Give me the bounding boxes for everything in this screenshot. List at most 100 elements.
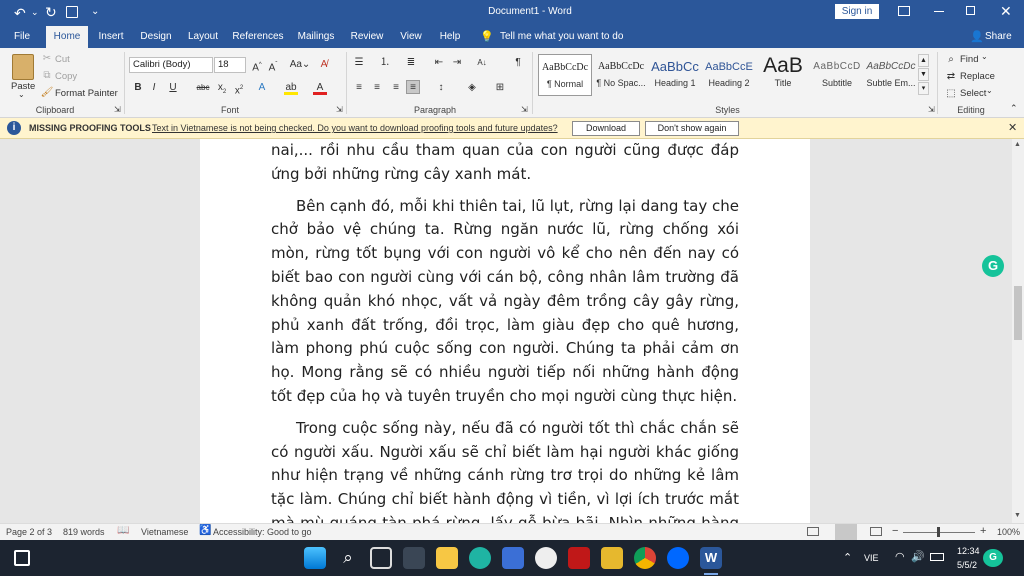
- clock-date[interactable]: 5/5/2: [957, 560, 977, 570]
- close-info-bar-icon[interactable]: ✕: [1008, 121, 1017, 134]
- document-paragraph[interactable]: Bên cạnh đó, mỗi khi thiên tai, lũ lụt, …: [271, 195, 739, 409]
- grow-font-icon[interactable]: A^: [250, 58, 264, 73]
- clear-formatting-icon[interactable]: A̸: [317, 58, 331, 72]
- zalo-icon[interactable]: [667, 547, 689, 569]
- subscript-icon[interactable]: x2: [215, 81, 229, 95]
- replace-button[interactable]: Replace: [960, 71, 995, 82]
- document-paragraph[interactable]: nai,... rồi nhu cầu tham quan của con ng…: [271, 139, 739, 187]
- input-language[interactable]: VIE: [864, 553, 879, 563]
- tab-help[interactable]: Help: [436, 26, 464, 48]
- ribbon-display-icon[interactable]: [898, 6, 910, 16]
- customize-toolbar-icon[interactable]: ⌄: [91, 6, 99, 17]
- style-heading-1[interactable]: AaBbCc Heading 1: [648, 54, 702, 96]
- sort-icon[interactable]: A↓: [475, 56, 489, 70]
- style-subtle-emphasis[interactable]: AaBbCcDc Subtle Em...: [864, 54, 918, 96]
- tab-layout[interactable]: Layout: [184, 26, 222, 48]
- proofing-icon[interactable]: 📖: [117, 525, 129, 536]
- tab-design[interactable]: Design: [137, 26, 175, 48]
- info-bar-message[interactable]: Text in Vietnamese is not being checked.…: [152, 123, 558, 133]
- format-painter-button[interactable]: Format Painter: [55, 88, 118, 99]
- numbering-icon[interactable]: ⒈: [378, 56, 392, 70]
- select-dropdown-icon[interactable]: ⌄: [986, 86, 993, 95]
- grammarly-icon[interactable]: G: [982, 255, 1004, 277]
- document-body[interactable]: nai,... rồi nhu cầu tham quan của con ng…: [271, 139, 739, 523]
- document-page[interactable]: nai,... rồi nhu cầu tham quan của con ng…: [200, 139, 810, 523]
- file-explorer-icon[interactable]: [436, 547, 458, 569]
- chrome-icon[interactable]: [634, 547, 656, 569]
- align-left-icon[interactable]: ≡: [352, 81, 366, 95]
- cut-button[interactable]: Cut: [55, 54, 70, 65]
- app-icon[interactable]: [535, 547, 557, 569]
- accessibility-status[interactable]: Accessibility: Good to go: [213, 527, 312, 537]
- share-button[interactable]: Share: [985, 31, 1012, 42]
- zoom-in-icon[interactable]: +: [980, 525, 986, 537]
- paragraph-launcher-icon[interactable]: ⇲: [521, 105, 528, 114]
- dont-show-again-button[interactable]: Don't show again: [645, 121, 739, 136]
- style-no-spacing[interactable]: AaBbCcDc ¶ No Spac...: [594, 54, 648, 96]
- italic-icon[interactable]: I: [147, 81, 161, 95]
- redo-icon[interactable]: ↻: [45, 4, 57, 21]
- styles-more-icon[interactable]: ▾: [918, 82, 929, 95]
- volume-icon[interactable]: 🔊: [911, 550, 925, 563]
- justify-icon[interactable]: ≡: [406, 80, 420, 94]
- read-mode-icon[interactable]: [807, 527, 819, 536]
- zoom-level[interactable]: 100%: [997, 527, 1020, 537]
- strikethrough-icon[interactable]: abc: [195, 81, 211, 95]
- line-spacing-icon[interactable]: ↕: [434, 81, 448, 95]
- styles-scroll-up-icon[interactable]: ▲: [918, 54, 929, 67]
- font-name-select[interactable]: Calibri (Body): [129, 57, 213, 73]
- align-right-icon[interactable]: ≡: [389, 81, 403, 95]
- style-normal[interactable]: AaBbCcDc ¶ Normal: [538, 54, 592, 96]
- restore-icon[interactable]: [966, 6, 975, 15]
- language-status[interactable]: Vietnamese: [141, 527, 188, 537]
- search-icon[interactable]: ⌕: [337, 547, 359, 569]
- mcafee-icon[interactable]: [568, 547, 590, 569]
- tab-references[interactable]: References: [232, 26, 284, 48]
- font-color-icon[interactable]: A: [313, 81, 327, 95]
- superscript-icon[interactable]: x2: [232, 81, 246, 96]
- find-dropdown-icon[interactable]: ⌄: [981, 52, 988, 61]
- page-count[interactable]: Page 2 of 3: [6, 527, 52, 537]
- clock-time[interactable]: 12:34: [957, 546, 980, 556]
- print-layout-icon[interactable]: [835, 524, 857, 540]
- align-center-icon[interactable]: ≡: [370, 81, 384, 95]
- tab-insert[interactable]: Insert: [93, 26, 129, 48]
- sticky-app-icon[interactable]: [601, 547, 623, 569]
- notification-badge[interactable]: G: [983, 549, 1003, 567]
- find-button[interactable]: Find: [960, 54, 978, 65]
- copy-button[interactable]: Copy: [55, 71, 77, 82]
- save-icon[interactable]: [66, 6, 78, 18]
- word-taskbar-icon[interactable]: W: [700, 547, 722, 569]
- tell-me-search[interactable]: Tell me what you want to do: [500, 31, 623, 42]
- tab-home[interactable]: Home: [46, 26, 88, 48]
- underline-icon[interactable]: U: [166, 81, 180, 95]
- decrease-indent-icon[interactable]: ⇤: [432, 56, 446, 70]
- increase-indent-icon[interactable]: ⇥: [450, 56, 464, 70]
- bullets-icon[interactable]: ☰: [352, 56, 366, 70]
- change-case-icon[interactable]: Aa⌄: [289, 58, 311, 72]
- tab-file[interactable]: File: [8, 26, 36, 48]
- paste-icon[interactable]: [12, 54, 34, 80]
- task-view-icon[interactable]: [370, 547, 392, 569]
- chevron-down-icon[interactable]: ⌄: [31, 7, 39, 18]
- font-size-select[interactable]: 18: [214, 57, 246, 73]
- close-icon[interactable]: ✕: [1000, 3, 1012, 20]
- download-button[interactable]: Download: [572, 121, 640, 136]
- battery-icon[interactable]: [930, 553, 944, 561]
- shrink-font-icon[interactable]: Aˇ: [266, 58, 280, 73]
- zoom-out-icon[interactable]: −: [892, 525, 898, 537]
- styles-scroll-down-icon[interactable]: ▼: [918, 68, 929, 81]
- minimize-icon[interactable]: [934, 11, 944, 12]
- edge-browser-icon[interactable]: [469, 547, 491, 569]
- borders-icon[interactable]: ⊞: [493, 81, 507, 95]
- style-heading-2[interactable]: AaBbCcE Heading 2: [702, 54, 756, 96]
- highlight-icon[interactable]: ab: [284, 81, 298, 95]
- paste-dropdown-icon[interactable]: ⌄: [18, 90, 25, 99]
- collapse-ribbon-icon[interactable]: ⌃: [1010, 103, 1018, 114]
- style-subtitle[interactable]: AaBbCcD Subtitle: [810, 54, 864, 96]
- clipboard-launcher-icon[interactable]: ⇲: [114, 105, 121, 114]
- sign-in-button[interactable]: Sign in: [835, 4, 879, 19]
- word-count[interactable]: 819 words: [63, 527, 105, 537]
- undo-icon[interactable]: ↶: [14, 5, 26, 22]
- scroll-up-icon[interactable]: ▲: [1014, 141, 1021, 148]
